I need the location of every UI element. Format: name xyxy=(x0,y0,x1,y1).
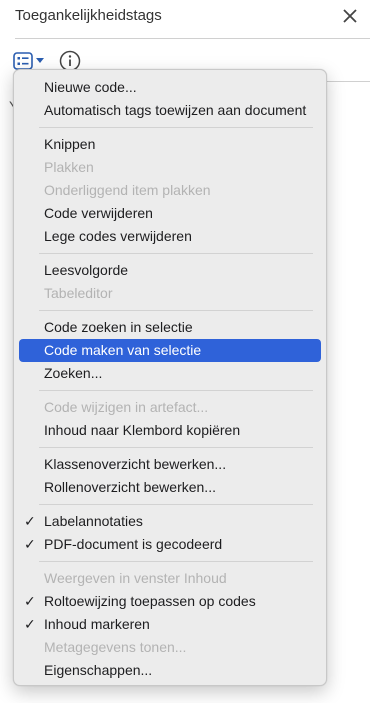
menu-item-delete-empty-tags[interactable]: Lege codes verwijderen xyxy=(19,225,321,248)
menu-separator xyxy=(39,127,313,128)
menu-item-copy-contents[interactable]: Inhoud naar Klembord kopiëren xyxy=(19,419,321,442)
menu-item-label: Labelannotaties xyxy=(44,513,143,529)
menu-separator xyxy=(39,253,313,254)
menu-item-label: Code maken van selectie xyxy=(44,342,202,358)
menu-item-label: Lege codes verwijderen xyxy=(44,228,192,244)
close-icon[interactable] xyxy=(340,6,360,26)
menu-item-autotag[interactable]: Automatisch tags toewijzen aan document xyxy=(19,99,321,122)
menu-item-edit-class-map[interactable]: Klassenoverzicht bewerken... xyxy=(19,453,321,476)
menu-item-reading-order[interactable]: Leesvolgorde xyxy=(19,259,321,282)
menu-item-create-tag-from-selection[interactable]: Code maken van selectie xyxy=(19,339,321,362)
menu-item-new-tag[interactable]: Nieuwe code... xyxy=(19,76,321,99)
menu-item-apply-role-map[interactable]: ✓ Roltoewijzing toepassen op codes xyxy=(19,590,321,613)
menu-item-label: Weergeven in venster Inhoud xyxy=(44,570,227,586)
menu-item-find[interactable]: Zoeken... xyxy=(19,362,321,385)
menu-item-label: Nieuwe code... xyxy=(44,79,137,95)
menu-item-label: Inhoud markeren xyxy=(44,616,150,632)
menu-item-label: Leesvolgorde xyxy=(44,262,129,278)
menu-item-label: Plakken xyxy=(44,159,94,175)
menu-item-label: Code wijzigen in artefact... xyxy=(44,399,209,415)
checkmark-icon: ✓ xyxy=(24,536,36,552)
menu-item-edit-role-map[interactable]: Rollenoverzicht bewerken... xyxy=(19,476,321,499)
menu-item-paste: Plakken xyxy=(19,156,321,179)
menu-item-paste-child: Onderliggend item plakken xyxy=(19,179,321,202)
menu-item-label: Zoeken... xyxy=(44,365,103,381)
menu-item-find-tag[interactable]: Code zoeken in selectie xyxy=(19,316,321,339)
menu-item-delete-tag[interactable]: Code verwijderen xyxy=(19,202,321,225)
checkmark-icon: ✓ xyxy=(24,513,36,529)
menu-separator xyxy=(39,310,313,311)
menu-item-label: Onderliggend item plakken xyxy=(44,182,211,198)
menu-item-properties[interactable]: Eigenschappen... xyxy=(19,659,321,682)
panel-header: Toegankelijkheidstags xyxy=(0,0,372,38)
menu-item-label: Inhoud naar Klembord kopiëren xyxy=(44,422,241,438)
chevron-down-icon xyxy=(36,58,44,63)
checkmark-icon: ✓ xyxy=(24,616,36,632)
context-menu: Nieuwe code... Automatisch tags toewijze… xyxy=(13,69,327,686)
menu-item-label: Roltoewijzing toepassen op codes xyxy=(44,593,256,609)
menu-item-label: Tabeleditor xyxy=(44,285,113,301)
checkmark-icon: ✓ xyxy=(24,593,36,609)
menu-item-show-in-content: Weergeven in venster Inhoud xyxy=(19,567,321,590)
menu-item-cut[interactable]: Knippen xyxy=(19,133,321,156)
menu-item-document-is-tagged[interactable]: ✓ PDF-document is gecodeerd xyxy=(19,533,321,556)
menu-item-highlight-content[interactable]: ✓ Inhoud markeren xyxy=(19,613,321,636)
menu-separator xyxy=(39,390,313,391)
menu-item-label: Code zoeken in selectie xyxy=(44,319,193,335)
menu-separator xyxy=(39,504,313,505)
menu-item-label: Rollenoverzicht bewerken... xyxy=(44,479,216,495)
header-divider xyxy=(15,38,370,39)
panel-title: Toegankelijkheidstags xyxy=(15,7,162,24)
menu-item-label: Eigenschappen... xyxy=(44,662,153,678)
tag-options-icon xyxy=(13,52,33,70)
menu-item-change-to-artifact: Code wijzigen in artefact... xyxy=(19,396,321,419)
menu-item-label: Code verwijderen xyxy=(44,205,153,221)
menu-item-label: Metagegevens tonen... xyxy=(44,639,187,655)
menu-item-table-editor: Tabeleditor xyxy=(19,282,321,305)
menu-item-label: PDF-document is gecodeerd xyxy=(44,536,223,552)
menu-item-tag-annotations[interactable]: ✓ Labelannotaties xyxy=(19,510,321,533)
menu-item-label: Automatisch tags toewijzen aan document xyxy=(44,102,307,118)
menu-item-label: Knippen xyxy=(44,136,96,152)
menu-item-label: Klassenoverzicht bewerken... xyxy=(44,456,227,472)
menu-item-show-metadata: Metagegevens tonen... xyxy=(19,636,321,659)
menu-separator xyxy=(39,447,313,448)
menu-separator xyxy=(39,561,313,562)
